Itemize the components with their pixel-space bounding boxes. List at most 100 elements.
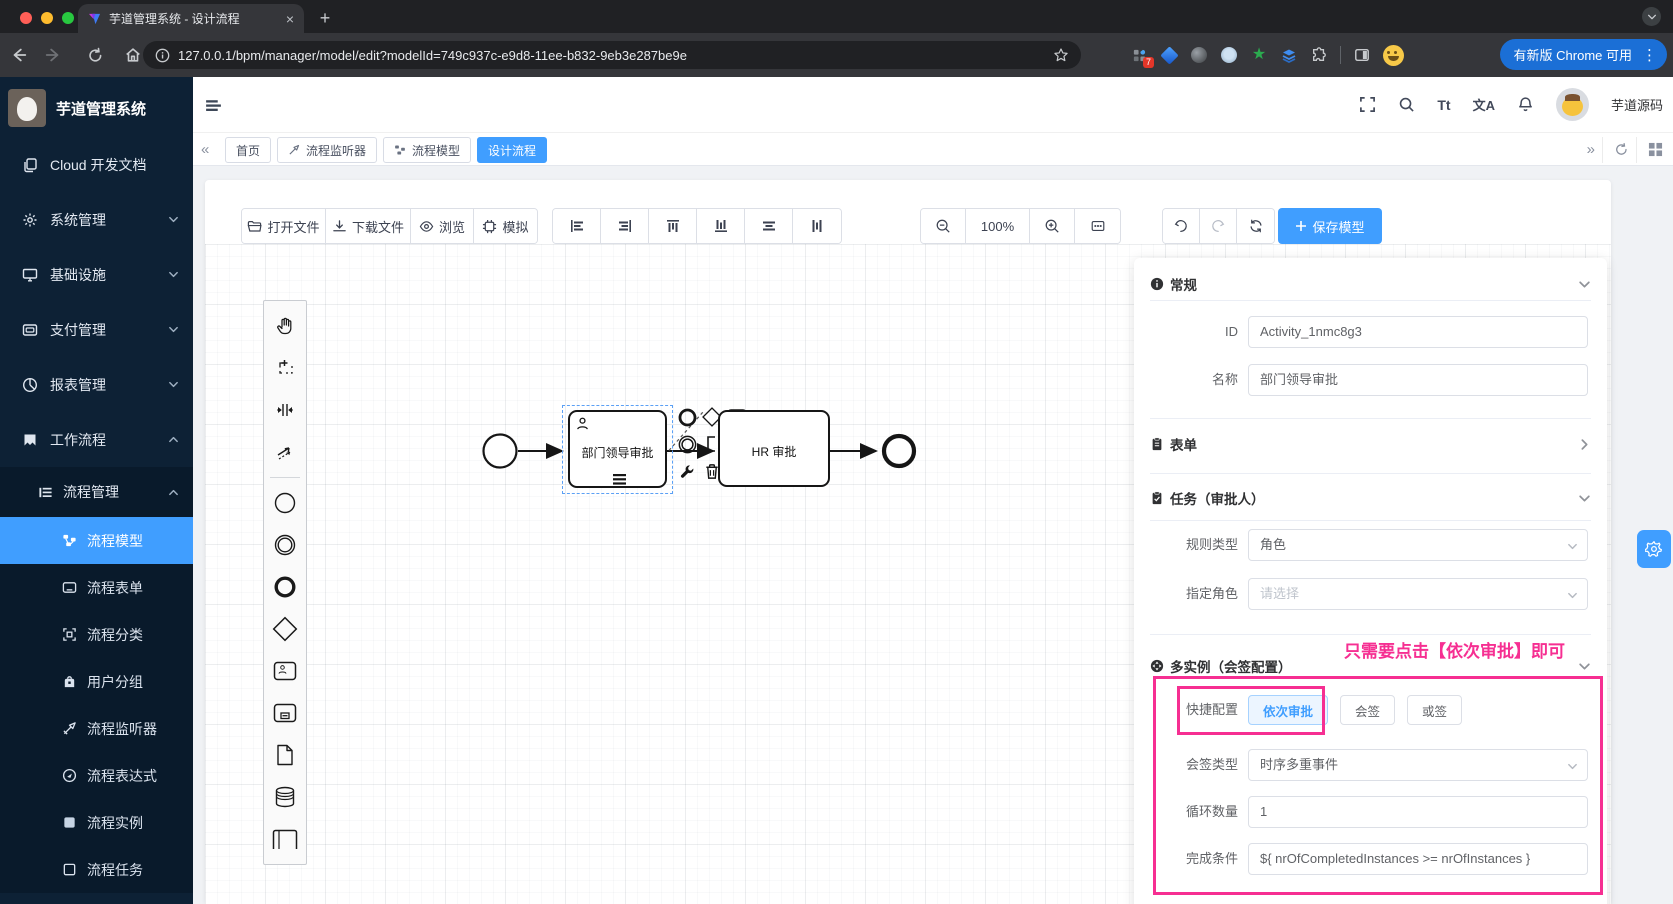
chevron-down-icon[interactable]	[1578, 278, 1591, 291]
extension-gray-globe-icon[interactable]	[1220, 46, 1238, 64]
extension-green-star-icon[interactable]: ★	[1250, 46, 1268, 64]
extension-kite-icon[interactable]	[1159, 45, 1179, 65]
role-select[interactable]: 请选择	[1248, 578, 1588, 610]
sidebar-item-process-listener[interactable]: 流程监听器	[0, 705, 193, 752]
chrome-update-button[interactable]: 有新版 Chrome 可用 ⋮	[1499, 39, 1667, 70]
sidebar-item-payment[interactable]: 支付管理	[0, 302, 193, 357]
align-center-horizontal-icon[interactable]	[745, 209, 793, 243]
zoom-level[interactable]: 100%	[966, 209, 1030, 243]
site-info-icon[interactable]	[155, 48, 170, 63]
locale-icon[interactable]: 文A	[1473, 95, 1495, 114]
chevron-down-icon	[1567, 590, 1578, 601]
sidebar-item-process-instance[interactable]: 流程实例	[0, 799, 193, 846]
tag-process-model[interactable]: 流程模型	[383, 137, 472, 163]
sidebar-item-process-model[interactable]: 流程模型	[0, 517, 193, 564]
username[interactable]: 芋道源码	[1611, 95, 1663, 114]
simulate-button[interactable]: 模拟	[474, 209, 537, 243]
restart-icon[interactable]	[1237, 209, 1274, 243]
browser-menu-icon[interactable]: ⋮	[1638, 46, 1661, 64]
rule-type-select[interactable]: 角色	[1248, 529, 1588, 561]
tags-scroll-right-icon[interactable]: »	[1587, 133, 1595, 165]
sidebar-item-process-expression[interactable]: 流程表达式	[0, 752, 193, 799]
sidebar-item-process-form[interactable]: 流程表单	[0, 564, 193, 611]
tags-refresh-icon[interactable]	[1614, 133, 1629, 165]
search-icon[interactable]	[1398, 96, 1415, 113]
extension-layers-icon[interactable]	[1280, 46, 1298, 64]
append-end-event-icon[interactable]	[675, 404, 699, 430]
user-avatar[interactable]	[1555, 88, 1589, 121]
close-tab-icon[interactable]: ×	[286, 11, 294, 27]
start-event[interactable]	[482, 433, 518, 469]
close-window-button[interactable]	[20, 12, 32, 24]
minimize-window-button[interactable]	[41, 12, 53, 24]
user-task-dept-leader[interactable]: 部门领导审批	[568, 410, 667, 488]
chevron-right-icon[interactable]	[1578, 438, 1591, 451]
forward-button[interactable]	[38, 40, 68, 70]
download-file-button[interactable]: 下载文件	[326, 209, 411, 243]
collapse-menu-button[interactable]	[204, 96, 223, 115]
tag-design-process[interactable]: 设计流程	[477, 137, 548, 163]
sidebar-item-cloud-docs[interactable]: Cloud 开发文档	[0, 137, 193, 192]
append-intermediate-event-icon[interactable]	[675, 431, 699, 457]
sidebar-item-system[interactable]: 系统管理	[0, 192, 193, 247]
profile-avatar[interactable]	[1383, 44, 1404, 66]
extensions-puzzle-icon[interactable]	[1310, 46, 1328, 64]
chevron-down-icon[interactable]	[1578, 660, 1591, 673]
zoom-window-button[interactable]	[62, 12, 74, 24]
tags-layout-grid-icon[interactable]	[1648, 133, 1663, 165]
reload-button[interactable]	[80, 40, 110, 70]
font-size-icon[interactable]: Tt	[1437, 97, 1450, 113]
bookmark-star-icon[interactable]	[1053, 47, 1069, 63]
submenu-process-management[interactable]: 流程管理	[0, 467, 193, 517]
name-input[interactable]: 部门领导审批	[1248, 364, 1588, 396]
sidebar-item-workflow[interactable]: 工作流程	[0, 412, 193, 467]
preview-button[interactable]: 浏览	[411, 209, 474, 243]
sidebar-item-user-group[interactable]: 用户分组	[0, 658, 193, 705]
url-text[interactable]: 127.0.0.1/bpm/manager/model/edit?modelId…	[178, 48, 1045, 63]
gear-icon	[23, 213, 37, 226]
save-model-button[interactable]: 保存模型	[1278, 208, 1382, 244]
undo-icon[interactable]	[1163, 209, 1200, 243]
browser-tab[interactable]: 芋道管理系统 - 设计流程 ×	[78, 4, 304, 33]
user-task-hr[interactable]: HR 审批	[718, 410, 830, 487]
back-button[interactable]	[4, 40, 34, 70]
fullscreen-icon[interactable]	[1359, 96, 1376, 113]
field-rule-type: 规则类型 角色	[1134, 529, 1607, 561]
sidebar-item-process-category[interactable]: 流程分类	[0, 611, 193, 658]
notifications-bell-icon[interactable]	[1517, 96, 1534, 113]
url-bar[interactable]: 127.0.0.1/bpm/manager/model/edit?modelId…	[143, 41, 1081, 69]
sidebar-item-infra[interactable]: 基础设施	[0, 247, 193, 302]
tags-scroll-left-icon[interactable]: «	[201, 133, 209, 165]
sidebar-item-report[interactable]: 报表管理	[0, 357, 193, 412]
tag-process-listener[interactable]: 流程监听器	[277, 137, 378, 163]
align-left-icon[interactable]	[553, 209, 601, 243]
tag-home[interactable]: 首页	[225, 137, 272, 163]
redo-icon[interactable]	[1200, 209, 1237, 243]
open-file-button[interactable]: 打开文件	[242, 209, 326, 243]
traffic-lights[interactable]	[20, 11, 83, 29]
zoom-in-icon[interactable]	[1030, 209, 1075, 243]
theme-settings-button[interactable]	[1637, 530, 1671, 568]
align-center-vertical-icon[interactable]	[793, 209, 841, 243]
zoom-out-icon[interactable]	[921, 209, 966, 243]
extension-dark-globe-icon[interactable]	[1190, 46, 1208, 64]
sidebar-item-process-task[interactable]: 流程任务	[0, 846, 193, 893]
align-top-icon[interactable]	[649, 209, 697, 243]
id-input[interactable]: Activity_1nmc8g3	[1248, 316, 1588, 348]
side-panel-icon[interactable]	[1353, 46, 1371, 64]
new-tab-button[interactable]: +	[312, 6, 338, 32]
align-right-icon[interactable]	[601, 209, 649, 243]
wrench-change-type-icon[interactable]	[675, 458, 699, 484]
chevron-down-icon[interactable]	[1578, 492, 1591, 505]
fit-viewport-icon[interactable]	[1075, 209, 1120, 243]
section-form-header[interactable]: 表单	[1150, 434, 1591, 454]
section-general-header[interactable]: 常规	[1150, 274, 1591, 294]
app-logo[interactable]: 芋道管理系统	[0, 77, 193, 137]
extension-badge: 7	[1142, 57, 1154, 68]
section-task-header[interactable]: 任务（审批人）	[1150, 488, 1591, 508]
chevron-up-icon	[168, 487, 179, 498]
align-bottom-icon[interactable]	[697, 209, 745, 243]
tab-search-button[interactable]	[1642, 7, 1661, 26]
end-event[interactable]	[881, 433, 917, 469]
extension-badged-icon[interactable]: 7	[1130, 46, 1154, 68]
